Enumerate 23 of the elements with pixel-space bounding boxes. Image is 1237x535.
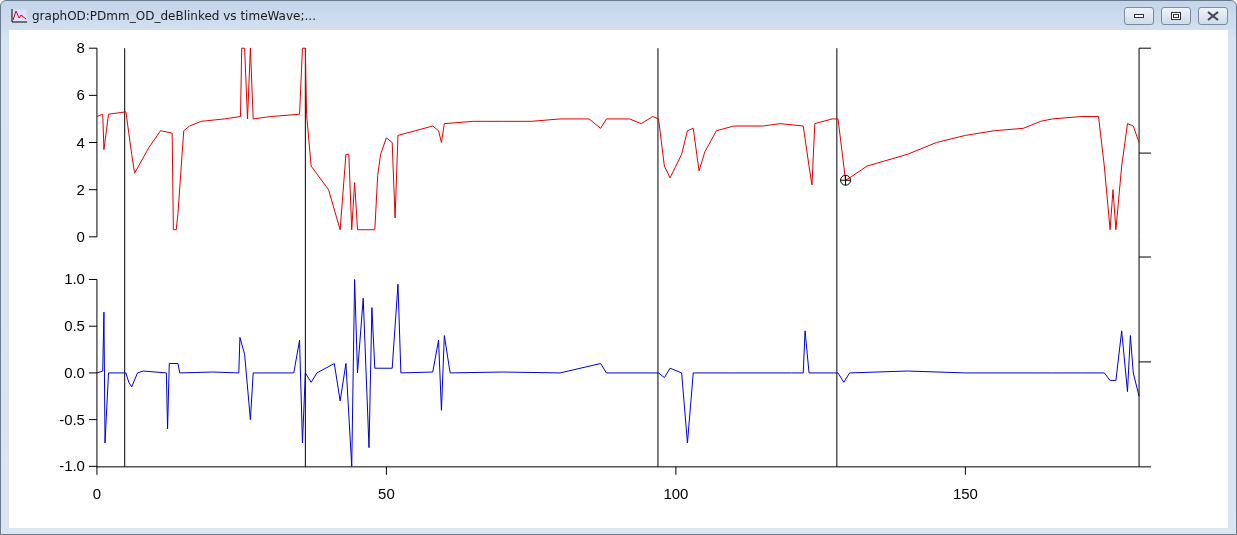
axis-tick-label: -0.5: [59, 410, 85, 428]
crosshair-cursor-icon[interactable]: [840, 174, 852, 186]
close-button[interactable]: [1198, 6, 1228, 25]
axis-tick-label: 50: [378, 484, 395, 502]
window-title: graphOD:PDmm_OD_deBlinked vs timeWave;...: [32, 8, 317, 23]
maximize-icon: [1171, 11, 1181, 20]
graph-icon: [11, 8, 27, 23]
axis-tick-label: -1.0: [59, 457, 85, 475]
axis-tick-label: 100: [663, 484, 689, 502]
close-icon: [1207, 10, 1219, 21]
axis-tick-label: 150: [952, 484, 978, 502]
axis-tick-label: 1.0: [64, 270, 85, 288]
axis-tick-label: 6: [76, 86, 85, 104]
axis-tick-label: 8: [76, 39, 85, 57]
axis-tick-label: 4: [76, 133, 85, 151]
axis-tick-label: 0.0: [64, 363, 85, 381]
axis-tick-label: 0: [92, 484, 102, 502]
minimize-button[interactable]: [1124, 6, 1154, 25]
maximize-button[interactable]: [1161, 6, 1191, 25]
axis-tick-label: 2: [76, 180, 85, 198]
axis-tick-label: 0.5: [64, 317, 85, 335]
minimize-icon: [1134, 13, 1144, 18]
axis-tick-label: 0: [76, 227, 85, 245]
